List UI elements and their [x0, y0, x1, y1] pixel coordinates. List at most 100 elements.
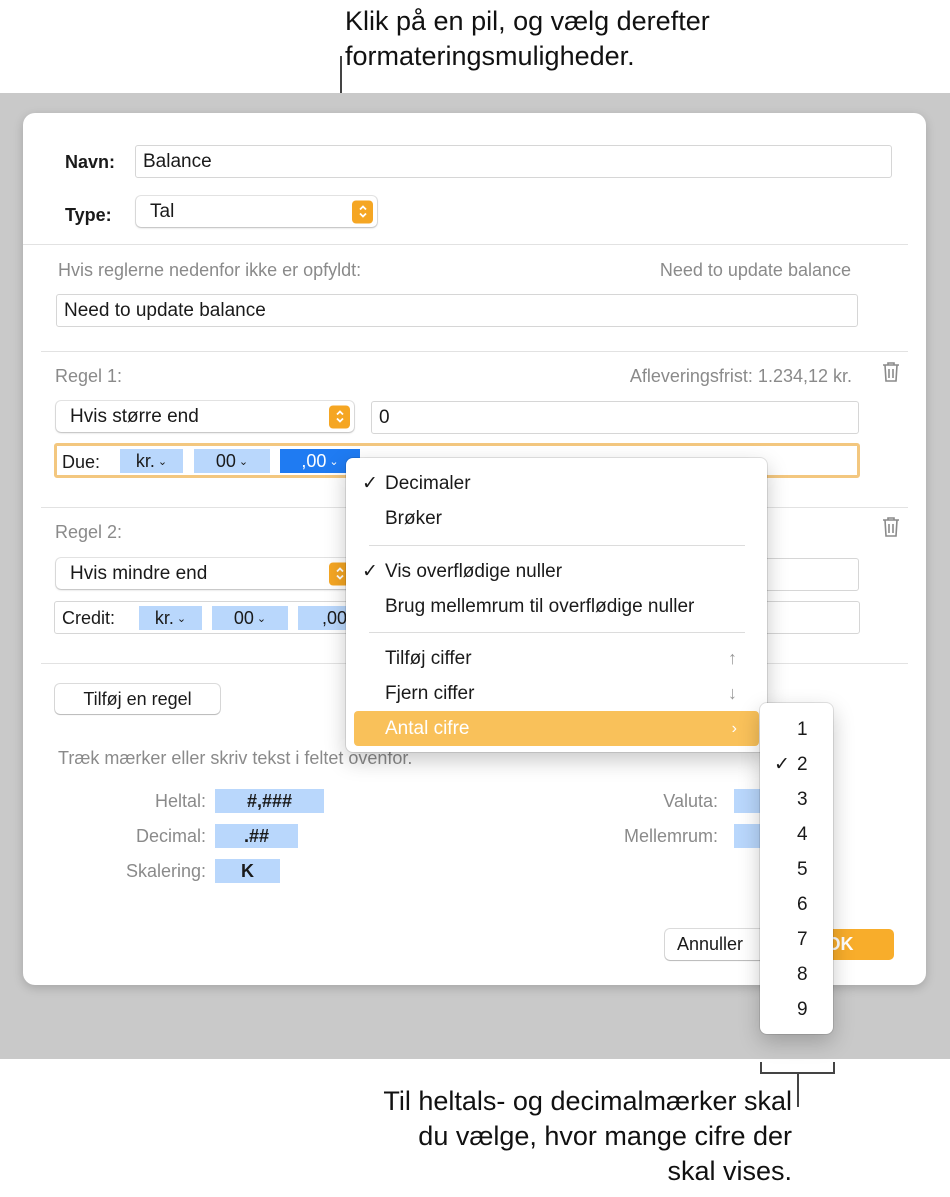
- rule1-currency-token[interactable]: kr. ⌄: [120, 449, 183, 473]
- fallback-label: Hvis reglerne nedenfor ikke er opfyldt:: [58, 260, 362, 280]
- chevron-down-icon: ⌄: [329, 455, 339, 468]
- fallback-text-field[interactable]: Need to update balance: [56, 294, 858, 327]
- token-label: kr.: [154, 607, 174, 628]
- integer-palette-label: Heltal:: [154, 791, 206, 811]
- digits-option[interactable]: ✓ 2: [760, 747, 833, 782]
- rule2-title: Regel 2:: [55, 522, 123, 542]
- menu-item-fractions[interactable]: Brøker: [354, 501, 759, 536]
- rule2-currency-token[interactable]: kr. ⌄: [139, 606, 202, 630]
- rule1-integer-token[interactable]: 00 ⌄: [194, 449, 270, 473]
- menu-item-label: Tilføj ciffer: [385, 647, 472, 669]
- menu-item-label: Vis overflødige nuller: [385, 560, 563, 582]
- digits-option[interactable]: 7: [760, 922, 833, 957]
- rule2-condition-value: Hvis mindre end: [70, 562, 208, 584]
- digits-option[interactable]: 1: [760, 712, 833, 747]
- scaling-palette-token[interactable]: K: [215, 859, 280, 883]
- token-label: kr.: [135, 450, 155, 471]
- decimal-palette-label: Decimal:: [135, 826, 206, 846]
- type-label: Type:: [65, 205, 112, 225]
- menu-item-remove-digit[interactable]: Fjern ciffer ↓: [354, 676, 759, 711]
- digits-option-label: 6: [797, 893, 808, 915]
- cancel-button[interactable]: Annuller: [665, 929, 775, 960]
- arrow-down-icon: ↓: [728, 683, 737, 703]
- menu-item-show-trailing-zeros[interactable]: ✓ Vis overflødige nuller: [354, 554, 759, 589]
- token-label: 00: [233, 607, 254, 628]
- chevron-down-icon: ⌄: [238, 455, 249, 468]
- token-label: ,00: [301, 450, 327, 471]
- name-field[interactable]: Balance: [135, 145, 892, 178]
- chevron-down-icon: ⌄: [256, 612, 267, 625]
- menu-separator: [369, 632, 745, 633]
- chevron-right-icon: ›: [731, 719, 737, 737]
- integer-palette-token[interactable]: #,###: [215, 789, 324, 813]
- digits-option-label: 2: [797, 753, 808, 775]
- digits-submenu: 1 ✓ 2 3 4 5 6 7 8 9: [760, 703, 833, 1034]
- rule2-integer-token[interactable]: 00 ⌄: [212, 606, 288, 630]
- token-label: ,00: [322, 607, 348, 628]
- menu-separator: [369, 545, 745, 546]
- format-menu: ✓ Decimaler Brøker ✓ Vis overflødige nul…: [346, 458, 767, 752]
- digits-option-label: 8: [797, 963, 808, 985]
- top-callout: Klik på en pil, og vælg derefter formate…: [345, 6, 710, 71]
- digits-option-label: 4: [797, 823, 808, 845]
- token-label: #,###: [246, 790, 293, 811]
- token-label: .##: [243, 825, 270, 846]
- rule2-condition-popup[interactable]: Hvis mindre end: [56, 558, 354, 589]
- type-popup[interactable]: Tal: [136, 196, 377, 227]
- divider: [23, 244, 908, 245]
- digits-option[interactable]: 9: [760, 992, 833, 1027]
- menu-item-label: Fjern ciffer: [385, 682, 475, 704]
- rule1-condition-popup[interactable]: Hvis større end: [56, 401, 354, 432]
- rule1-format-label: Due:: [62, 452, 101, 472]
- trash-icon[interactable]: [881, 361, 901, 383]
- rule1-value: 0: [379, 406, 390, 428]
- digits-option-label: 9: [797, 998, 808, 1020]
- menu-item-spaces-trailing-zeros[interactable]: Brug mellemrum til overflødige nuller: [354, 589, 759, 624]
- rule1-title: Regel 1:: [55, 366, 123, 386]
- fallback-preview: Need to update balance: [659, 260, 851, 280]
- digits-option[interactable]: 8: [760, 957, 833, 992]
- menu-item-label: Brug mellemrum til overflødige nuller: [385, 595, 695, 617]
- menu-item-label: Brøker: [385, 507, 442, 529]
- checkmark-icon: ✓: [774, 754, 790, 775]
- trash-icon[interactable]: [881, 516, 901, 538]
- digits-option[interactable]: 4: [760, 817, 833, 852]
- fallback-text-value: Need to update balance: [64, 299, 266, 321]
- chevron-down-icon: ⌄: [176, 612, 187, 625]
- token-label: 00: [215, 450, 236, 471]
- type-popup-value: Tal: [150, 200, 175, 222]
- add-rule-label: Tilføj en regel: [83, 688, 192, 709]
- menu-item-label: Decimaler: [385, 472, 471, 494]
- menu-item-label: Antal cifre: [385, 717, 470, 739]
- menu-item-num-digits[interactable]: Antal cifre ›: [354, 711, 759, 746]
- chevron-down-icon: ⌄: [157, 455, 168, 468]
- menu-item-add-digit[interactable]: Tilføj ciffer ↑: [354, 641, 759, 676]
- chevron-updown-icon: [329, 405, 350, 428]
- digits-option[interactable]: 5: [760, 852, 833, 887]
- bottom-callout: Til heltals- og decimalmærker skal du væ…: [383, 1086, 792, 1186]
- rule1-value-field[interactable]: 0: [371, 401, 859, 434]
- currency-palette-label: Valuta:: [663, 791, 718, 811]
- name-field-value: Balance: [143, 150, 212, 172]
- rule2-format-label: Credit:: [62, 608, 116, 628]
- divider: [41, 351, 908, 352]
- digits-option-label: 5: [797, 858, 808, 880]
- callout-leader-line: [797, 1073, 799, 1107]
- digits-option[interactable]: 3: [760, 782, 833, 817]
- menu-item-decimals[interactable]: ✓ Decimaler: [354, 466, 759, 501]
- arrow-up-icon: ↑: [728, 648, 737, 668]
- digits-option-label: 7: [797, 928, 808, 950]
- checkmark-icon: ✓: [362, 473, 378, 494]
- digits-option-label: 1: [797, 718, 808, 740]
- token-label: K: [241, 860, 254, 881]
- spacing-palette-label: Mellemrum:: [623, 826, 718, 846]
- add-rule-button[interactable]: Tilføj en regel: [55, 684, 220, 714]
- name-label: Navn:: [65, 152, 116, 172]
- cancel-label: Annuller: [677, 934, 744, 954]
- checkmark-icon: ✓: [362, 561, 378, 582]
- decimal-palette-token[interactable]: .##: [215, 824, 298, 848]
- rule1-preview: Afleveringsfrist: 1.234,12 kr.: [629, 366, 852, 386]
- digits-option-label: 3: [797, 788, 808, 810]
- scaling-palette-label: Skalering:: [125, 861, 206, 881]
- digits-option[interactable]: 6: [760, 887, 833, 922]
